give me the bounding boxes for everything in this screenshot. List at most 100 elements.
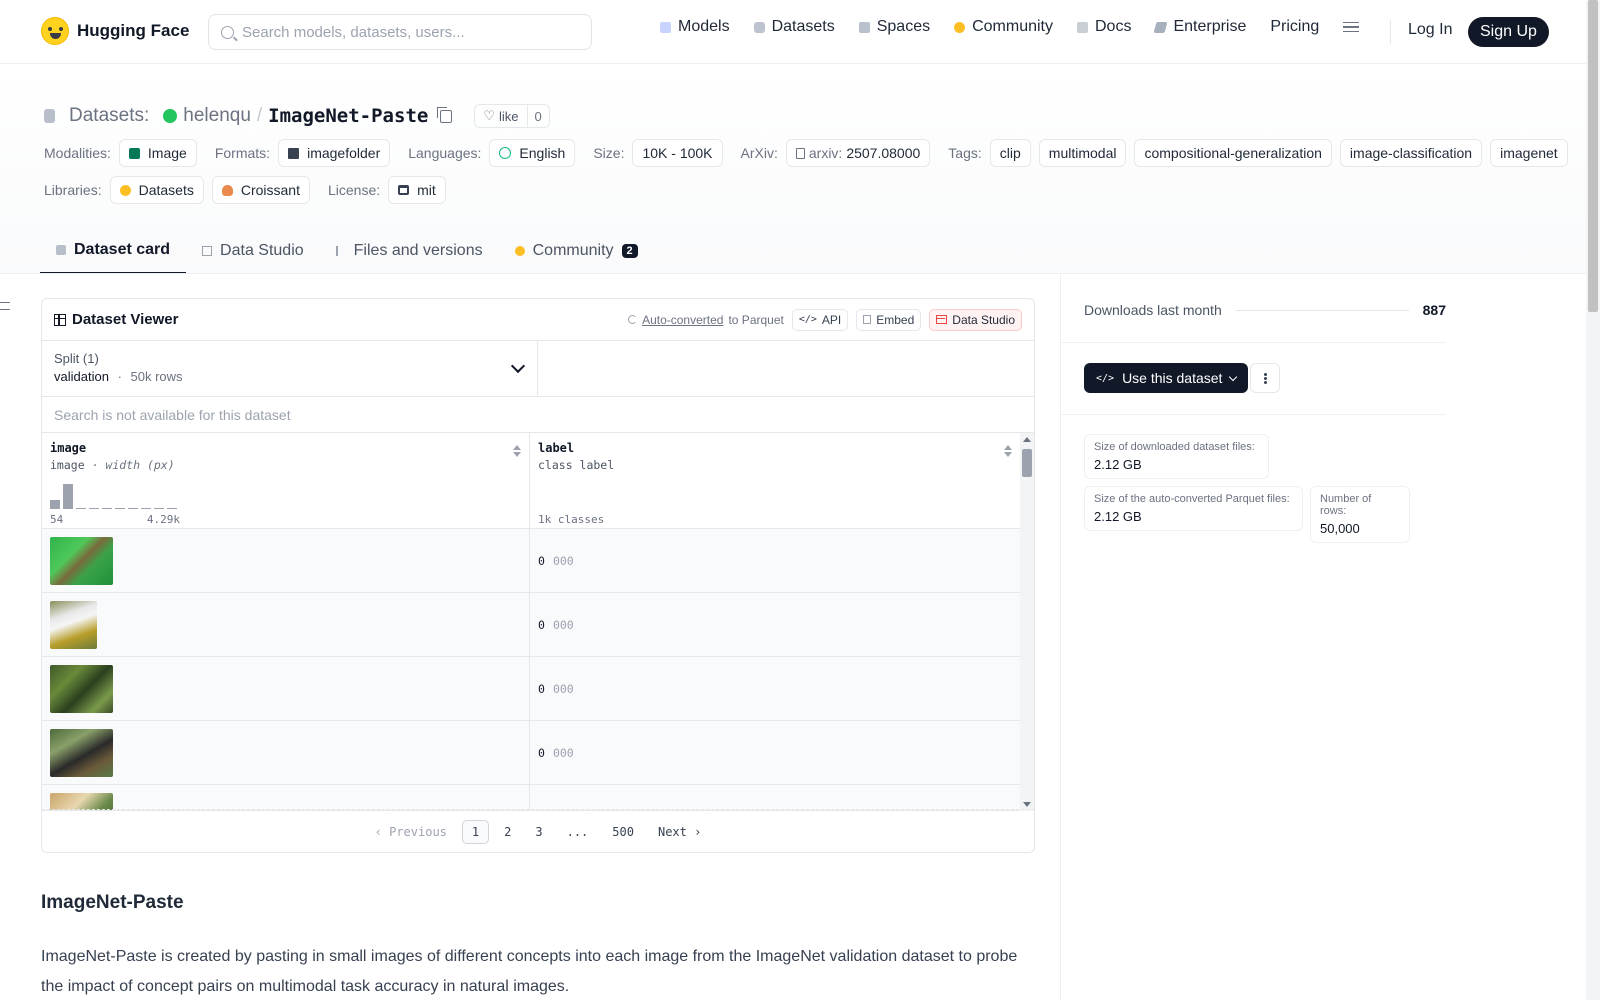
more-options-button[interactable] — [1250, 363, 1280, 393]
auto-converted-link[interactable]: Auto-converted — [642, 313, 723, 327]
tab-files[interactable]: Files and versions — [320, 228, 499, 274]
stat-value: 2.12 GB — [1094, 509, 1142, 524]
table-row[interactable]: 0 000 — [42, 593, 1020, 657]
nav-docs[interactable]: Docs — [1077, 18, 1131, 36]
signup-button[interactable]: Sign Up — [1468, 17, 1549, 47]
brand-logo[interactable]: Hugging Face — [41, 17, 189, 45]
table-row[interactable] — [42, 785, 1020, 811]
api-button[interactable]: </> API — [791, 308, 849, 331]
histogram-bar — [102, 508, 112, 509]
files-icon — [335, 246, 346, 256]
nav-models[interactable]: Models — [660, 18, 730, 36]
top-navbar: Hugging Face Models Datasets Spaces Comm… — [0, 0, 1586, 64]
owner-avatar[interactable] — [163, 109, 178, 123]
page-scrollbar[interactable] — [1586, 0, 1600, 1000]
community-icon — [954, 21, 966, 33]
use-this-dataset-button[interactable]: </> Use this dataset — [1084, 363, 1249, 393]
license-chip[interactable]: mit — [388, 176, 446, 204]
tag-chip[interactable]: imagenet — [1490, 139, 1568, 167]
like-button[interactable]: ♡ like — [475, 105, 528, 127]
image-thumbnail[interactable] — [50, 601, 97, 649]
library-chip[interactable]: Croissant — [211, 176, 310, 204]
column-header-label[interactable]: label class label 1k classes — [530, 433, 1020, 529]
image-thumbnail[interactable] — [50, 665, 113, 713]
next-page-button[interactable]: Next › — [649, 821, 710, 843]
toc-toggle-icon[interactable] — [0, 302, 10, 310]
table-row[interactable]: 0 000 — [42, 529, 1020, 593]
sidebar-separator — [1060, 342, 1446, 343]
chip-label: English — [519, 145, 566, 161]
column-header-image[interactable]: image image · width (px) 54 4.29k — [42, 433, 530, 529]
format-chip[interactable]: imagefolder — [278, 139, 391, 167]
tag-chip[interactable]: compositional-generalization — [1134, 139, 1332, 167]
search-input[interactable] — [242, 23, 572, 41]
nav-datasets[interactable]: Datasets — [753, 18, 835, 36]
label-cell: 0 000 — [530, 657, 574, 720]
tag-chip[interactable]: clip — [989, 139, 1031, 167]
scroll-up-icon[interactable] — [1023, 437, 1031, 442]
language-chip[interactable]: English — [489, 139, 576, 167]
tab-data-studio[interactable]: Data Studio — [186, 228, 320, 274]
nav-community[interactable]: Community — [954, 18, 1053, 36]
modality-chip[interactable]: Image — [118, 139, 197, 167]
more-menu-button[interactable] — [1343, 22, 1360, 32]
histogram-bar — [167, 508, 177, 509]
page-button[interactable]: 2 — [495, 821, 520, 843]
size-chip[interactable]: 10K - 100K — [632, 139, 723, 167]
sort-icon[interactable] — [1004, 445, 1012, 457]
card-heading: ImageNet-Paste — [41, 892, 184, 913]
chip-label: imagenet — [1500, 145, 1558, 161]
downloads-value: 887 — [1422, 302, 1446, 318]
table-row[interactable]: 0 000 — [42, 721, 1020, 785]
tag-chip[interactable]: multimodal — [1038, 139, 1127, 167]
meta-label: Tags: — [948, 145, 982, 161]
like-count[interactable]: 0 — [528, 109, 549, 124]
nav-enterprise[interactable]: Enterprise — [1153, 18, 1246, 36]
previous-page-button[interactable]: ‹ Previous — [366, 821, 456, 843]
page-button[interactable]: 1 — [461, 819, 490, 844]
stat-label: Number of rows: — [1320, 493, 1372, 517]
page-button[interactable]: 500 — [603, 821, 643, 843]
nav-spaces[interactable]: Spaces — [858, 18, 930, 36]
label-cell: 0 000 — [530, 593, 574, 656]
viewer-header: Dataset Viewer Auto-converted to Parquet… — [42, 299, 1034, 341]
login-link[interactable]: Log In — [1408, 21, 1452, 39]
sort-icon[interactable] — [513, 445, 521, 457]
to-parquet-text: to Parquet — [728, 312, 784, 327]
copy-icon[interactable] — [437, 106, 453, 123]
tag-chip[interactable]: image-classification — [1339, 139, 1483, 167]
viewer-table: image image · width (px) 54 4.29k label … — [42, 433, 1034, 811]
datasets-icon — [753, 21, 765, 33]
data-studio-button[interactable]: Data Studio — [929, 308, 1022, 331]
table-scrollbar[interactable] — [1020, 433, 1034, 811]
page-button[interactable]: 3 — [526, 821, 551, 843]
license-icon — [398, 185, 410, 195]
split-selector[interactable]: Split (1) validation · 50k rows — [42, 341, 538, 396]
image-thumbnail[interactable] — [50, 537, 113, 585]
meta-label: Modalities: — [44, 145, 111, 161]
global-search[interactable] — [208, 14, 592, 50]
nav-pricing[interactable]: Pricing — [1270, 18, 1319, 36]
row-count-stat: Number of rows: 50,000 — [1310, 486, 1410, 543]
width-histogram — [50, 483, 177, 509]
scrollbar-thumb[interactable] — [1022, 449, 1032, 477]
image-thumbnail[interactable] — [50, 729, 113, 777]
tab-label: Community — [532, 242, 614, 259]
table-row[interactable]: 0 000 — [42, 657, 1020, 721]
owner-link[interactable]: helenqu — [183, 105, 251, 127]
meta-label: Languages: — [408, 145, 482, 161]
scroll-down-icon[interactable] — [1023, 802, 1031, 807]
tab-community[interactable]: Community 2 — [499, 228, 654, 274]
nav-label: Docs — [1095, 18, 1132, 35]
column-type: class label — [538, 458, 615, 472]
repo-name-link[interactable]: ImageNet-Paste — [268, 105, 428, 127]
histogram-bar — [76, 508, 86, 509]
repo-kind-link[interactable]: Datasets: — [69, 105, 149, 127]
models-icon — [660, 21, 671, 33]
embed-button[interactable]: Embed — [856, 308, 922, 331]
page-scrollbar-thumb[interactable] — [1588, 0, 1598, 312]
library-chip[interactable]: Datasets — [109, 176, 204, 204]
arxiv-chip[interactable]: arxiv: 2507.08000 — [785, 139, 931, 167]
image-cell — [42, 529, 530, 592]
tab-dataset-card[interactable]: Dataset card — [40, 228, 187, 274]
